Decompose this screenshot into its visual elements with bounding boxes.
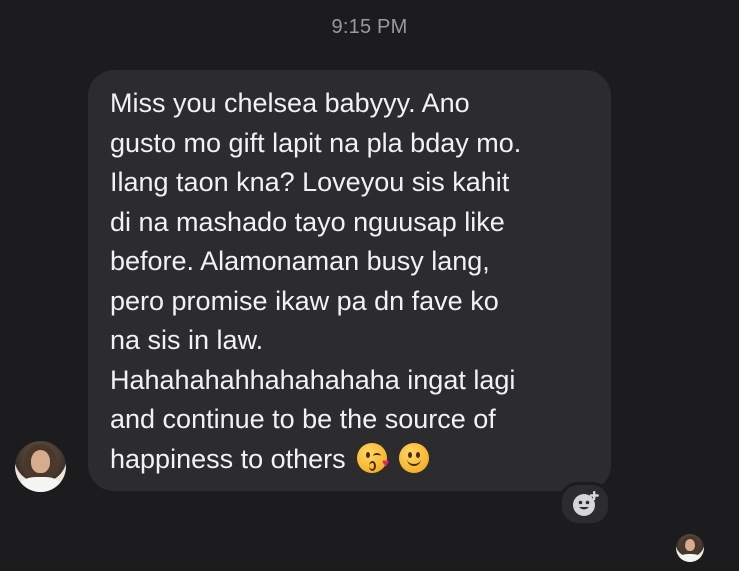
message-line: Ilang taon kna? Loveyou sis kahit: [110, 167, 510, 197]
message-timestamp: 9:15 PM: [331, 16, 408, 38]
add-reaction-icon: [573, 491, 599, 516]
message-line: Hahahahahhahahahaha ingat lagi: [110, 364, 516, 395]
message-line: pero promise ikaw pa dn fave ko: [110, 285, 499, 316]
face-blowing-kiss-emoji: ♥: [357, 442, 389, 473]
read-receipt-avatar: [676, 534, 704, 562]
message-line: happiness to others: [110, 443, 346, 474]
message-last-line: happiness to others ♥: [110, 440, 595, 480]
message-line: na sis in law.: [110, 325, 264, 355]
slightly-smiling-face-emoji: [398, 442, 429, 473]
message-bubble[interactable]: Miss you chelsea babyyy. Ano gusto mo gi…: [88, 70, 611, 491]
message-line: gusto mo gift lapit na pla bday mo.: [110, 127, 522, 158]
message-line: before. Alamonaman busy lang,: [110, 246, 490, 276]
message-line: di na mashado tayo nguusap like: [110, 206, 505, 237]
message-line: and continue to be the source of: [110, 404, 496, 434]
message-line: Miss you chelsea babyyy. Ano: [110, 88, 470, 118]
sender-avatar[interactable]: [15, 441, 66, 492]
add-reaction-button[interactable]: [559, 482, 611, 526]
